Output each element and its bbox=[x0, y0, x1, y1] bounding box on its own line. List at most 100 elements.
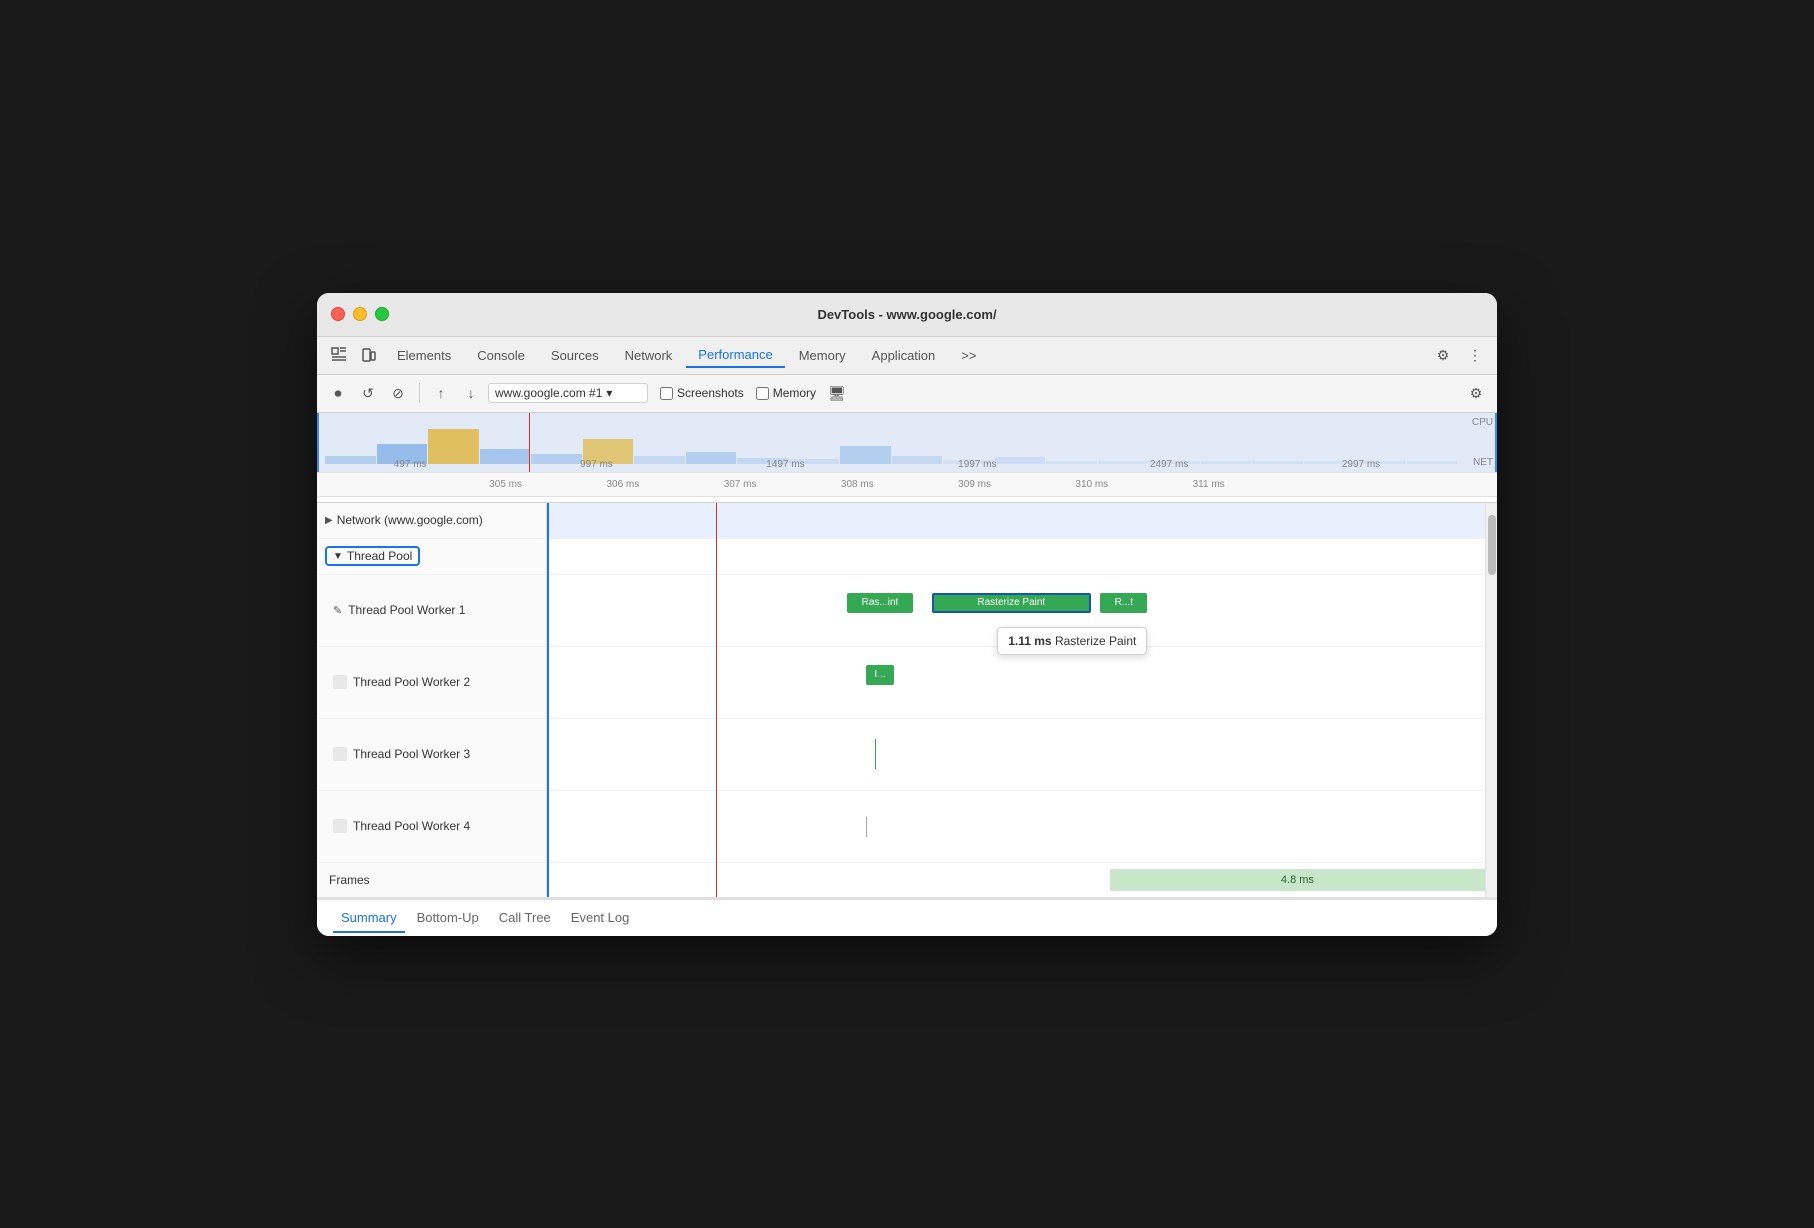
tab-elements[interactable]: Elements bbox=[385, 344, 463, 367]
device-toolbar-icon[interactable] bbox=[355, 341, 383, 369]
thread-pool-label: Thread Pool bbox=[347, 549, 412, 563]
task-ras-int[interactable]: Ras...int bbox=[847, 593, 913, 613]
tooltip-ms: 1.11 ms bbox=[1008, 634, 1051, 648]
ruler-tick-5: 309 ms bbox=[958, 479, 991, 490]
inspect-icon[interactable] bbox=[325, 341, 353, 369]
upload-icon[interactable]: ↑ bbox=[428, 380, 454, 406]
detail-ruler: 305 ms 306 ms 307 ms 308 ms 309 ms 310 m… bbox=[317, 473, 1497, 497]
ruler-tick-1: 305 ms bbox=[489, 479, 522, 490]
profile-select[interactable]: www.google.com #1 ▾ bbox=[488, 383, 648, 403]
bottom-tabs: Summary Bottom-Up Call Tree Event Log bbox=[317, 898, 1497, 936]
toolbar-separator-1 bbox=[419, 383, 420, 403]
track-labels: ▶ Network (www.google.com) ▼ Thread Pool… bbox=[317, 503, 547, 897]
worker1-label: ✎ Thread Pool Worker 1 bbox=[317, 575, 546, 647]
overview-area: CPU NET bbox=[317, 413, 1497, 503]
worker2-label: Thread Pool Worker 2 bbox=[317, 647, 546, 719]
maximize-button[interactable] bbox=[375, 307, 389, 321]
tab-application[interactable]: Application bbox=[860, 344, 948, 367]
worker4-label: Thread Pool Worker 4 bbox=[317, 791, 546, 863]
tab-sources[interactable]: Sources bbox=[539, 344, 611, 367]
memory-checkbox-group: Memory bbox=[756, 386, 816, 400]
memory-checkbox[interactable] bbox=[756, 387, 769, 400]
network-label: Network (www.google.com) bbox=[337, 513, 483, 527]
frames-text: Frames bbox=[329, 873, 370, 887]
timeline-selection-left bbox=[547, 503, 549, 897]
network-track-label: ▶ Network (www.google.com) bbox=[317, 503, 546, 539]
thread-pool-arrow: ▼ bbox=[333, 551, 343, 562]
tab-performance[interactable]: Performance bbox=[686, 343, 784, 368]
traffic-lights bbox=[331, 307, 389, 321]
task-worker2-label: I... bbox=[874, 669, 885, 680]
screenshots-label: Screenshots bbox=[677, 386, 744, 400]
tab-bottom-up[interactable]: Bottom-Up bbox=[409, 904, 487, 933]
worker3-icon bbox=[333, 747, 347, 761]
worker3-text: Thread Pool Worker 3 bbox=[353, 747, 470, 761]
download-icon[interactable]: ↓ bbox=[458, 380, 484, 406]
dropdown-arrow-icon: ▾ bbox=[606, 386, 612, 400]
reload-record-icon[interactable]: ↺ bbox=[355, 380, 381, 406]
pencil-icon-1: ✎ bbox=[333, 604, 342, 617]
task-worker3-thin[interactable] bbox=[875, 739, 876, 769]
tab-bar-right: ⚙ ⋮ bbox=[1429, 341, 1489, 369]
task-worker4-thin[interactable] bbox=[866, 817, 867, 837]
thread-pool-header-content bbox=[547, 539, 1485, 575]
task-rasterize-paint[interactable]: Rasterize Paint bbox=[932, 593, 1091, 613]
task-ras-int-label: Ras...int bbox=[862, 597, 899, 608]
task-rt[interactable]: R...t bbox=[1100, 593, 1147, 613]
tab-summary[interactable]: Summary bbox=[333, 904, 405, 933]
thread-pool-header-label: ▼ Thread Pool bbox=[317, 539, 546, 575]
tab-memory[interactable]: Memory bbox=[787, 344, 858, 367]
record-icon[interactable]: ⏺ bbox=[325, 380, 351, 406]
network-track-content bbox=[547, 503, 1485, 539]
tab-console[interactable]: Console bbox=[465, 344, 537, 367]
thread-pool-outline[interactable]: ▼ Thread Pool bbox=[325, 546, 420, 566]
tooltip-label: Rasterize Paint bbox=[1055, 634, 1136, 648]
task-rt-label: R...t bbox=[1115, 597, 1133, 608]
worker4-content[interactable] bbox=[547, 791, 1485, 863]
clear-icon[interactable]: ⊘ bbox=[385, 380, 411, 406]
screenshots-checkbox[interactable] bbox=[660, 387, 673, 400]
devtools-tab-bar: Elements Console Sources Network Perform… bbox=[317, 337, 1497, 375]
frames-content: 4.8 ms bbox=[547, 863, 1485, 897]
worker3-label: Thread Pool Worker 3 bbox=[317, 719, 546, 791]
ruler-tick-4: 308 ms bbox=[841, 479, 874, 490]
worker2-content[interactable]: I... bbox=[547, 647, 1485, 719]
timeline-main: ▶ Network (www.google.com) ▼ Thread Pool… bbox=[317, 503, 1497, 898]
vertical-scrollbar[interactable] bbox=[1485, 503, 1497, 897]
tab-call-tree[interactable]: Call Tree bbox=[491, 904, 559, 933]
ruler-tick-6: 310 ms bbox=[1075, 479, 1108, 490]
ruler-tick-2: 306 ms bbox=[606, 479, 639, 490]
performance-toolbar: ⏺ ↺ ⊘ ↑ ↓ www.google.com #1 ▾ Screenshot… bbox=[317, 375, 1497, 413]
timeline-playhead bbox=[716, 503, 717, 897]
worker1-content[interactable]: Ras...int Rasterize Paint R...t 1.11 ms … bbox=[547, 575, 1485, 647]
ruler-tick-7: 311 ms bbox=[1193, 479, 1225, 490]
memory-label: Memory bbox=[773, 386, 816, 400]
more-options-icon[interactable]: ⋮ bbox=[1461, 341, 1489, 369]
network-expand-arrow[interactable]: ▶ bbox=[325, 515, 333, 526]
playhead-line bbox=[529, 413, 530, 472]
frames-bar: 4.8 ms bbox=[1110, 869, 1485, 891]
scrollbar-thumb[interactable] bbox=[1488, 515, 1496, 575]
rasterize-tooltip: 1.11 ms Rasterize Paint bbox=[997, 627, 1147, 655]
devtools-window: DevTools - www.google.com/ Elements Cons… bbox=[317, 293, 1497, 936]
window-title: DevTools - www.google.com/ bbox=[817, 307, 996, 322]
worker2-icon bbox=[333, 675, 347, 689]
task-worker2[interactable]: I... bbox=[866, 665, 894, 685]
timeline-content[interactable]: Ras...int Rasterize Paint R...t 1.11 ms … bbox=[547, 503, 1485, 897]
settings-icon[interactable]: ⚙ bbox=[1429, 341, 1457, 369]
frames-value: 4.8 ms bbox=[1281, 874, 1314, 886]
close-button[interactable] bbox=[331, 307, 345, 321]
minimize-button[interactable] bbox=[353, 307, 367, 321]
tab-network[interactable]: Network bbox=[613, 344, 685, 367]
worker3-content[interactable] bbox=[547, 719, 1485, 791]
worker4-icon bbox=[333, 819, 347, 833]
overview-timeline[interactable]: CPU NET bbox=[317, 413, 1497, 473]
worker2-text: Thread Pool Worker 2 bbox=[353, 675, 470, 689]
title-bar: DevTools - www.google.com/ bbox=[317, 293, 1497, 337]
worker4-text: Thread Pool Worker 4 bbox=[353, 819, 470, 833]
profile-select-text: www.google.com #1 bbox=[495, 386, 602, 400]
tab-event-log[interactable]: Event Log bbox=[563, 904, 638, 933]
capture-settings-icon[interactable]: 🖥 bbox=[824, 380, 850, 406]
toolbar-settings-icon[interactable]: ⚙ bbox=[1463, 380, 1489, 406]
tab-more[interactable]: >> bbox=[949, 344, 988, 367]
